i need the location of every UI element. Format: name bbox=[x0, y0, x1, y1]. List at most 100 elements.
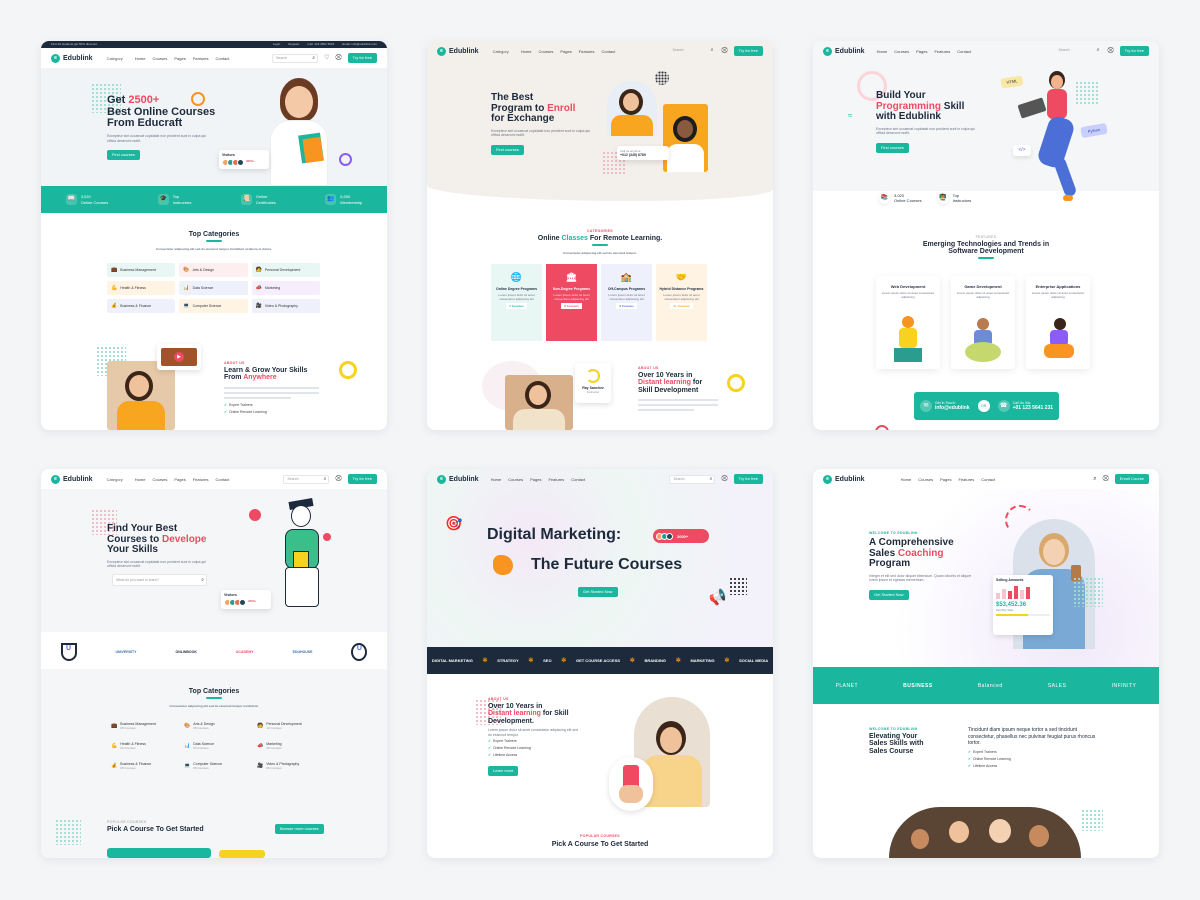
menu-pages[interactable]: Pages bbox=[530, 477, 541, 482]
menu-courses[interactable]: Courses bbox=[152, 56, 167, 61]
cart-icon[interactable]: ⛒ bbox=[721, 476, 727, 482]
preview-card-2[interactable]: e Edublink Category Home Courses Pages Fe… bbox=[427, 41, 773, 430]
category-item[interactable]: 💼 Business Management 08 Courses bbox=[107, 719, 174, 733]
menu-contact[interactable]: Contact bbox=[981, 477, 995, 482]
category-menu[interactable]: Category bbox=[107, 477, 123, 482]
search-input[interactable]: Search ⌕ bbox=[272, 53, 319, 63]
menu-features[interactable]: Features bbox=[934, 49, 950, 54]
email-block[interactable]: ✉ Get In Touch: info@edublink bbox=[919, 400, 970, 412]
search-input[interactable]: Search ⌕ bbox=[669, 47, 715, 56]
logo[interactable]: e Edublink bbox=[823, 46, 865, 56]
menu-contact[interactable]: Contact bbox=[602, 49, 616, 54]
category-item[interactable]: 📊 Data Science 04 Courses bbox=[180, 739, 247, 753]
category-item[interactable]: 💼 Business Management bbox=[107, 263, 176, 277]
menu-home[interactable]: Home bbox=[877, 49, 888, 54]
menu-home[interactable]: Home bbox=[521, 49, 532, 54]
menu-pages[interactable]: Pages bbox=[174, 477, 185, 482]
search-input[interactable]: Search ⌕ bbox=[1055, 47, 1101, 56]
category-item[interactable]: 💰 Business & Finance bbox=[107, 299, 176, 313]
preview-card-5[interactable]: e Edublink Home Courses Pages Features Co… bbox=[427, 469, 773, 858]
menu-features[interactable]: Features bbox=[193, 477, 209, 482]
category-menu[interactable]: Category bbox=[493, 49, 509, 54]
find-courses-button[interactable]: Find courses bbox=[491, 145, 524, 156]
category-item[interactable]: 💻 Computer Science 05 Courses bbox=[180, 759, 247, 773]
menu-features[interactable]: Features bbox=[958, 477, 974, 482]
category-item[interactable]: 📣 Marketing bbox=[251, 281, 320, 295]
program-card[interactable]: 🌐 Online Degree Programs Lorem ipsum dolor… bbox=[491, 264, 542, 341]
video-thumb[interactable]: ▶ bbox=[157, 344, 201, 370]
category-item[interactable]: 🎨 Arts & Design bbox=[179, 263, 248, 277]
search-icon[interactable]: ⌕ bbox=[1093, 476, 1096, 482]
learn-more-button[interactable]: Learn more bbox=[488, 765, 519, 776]
cart-icon[interactable]: ⛒ bbox=[335, 476, 341, 482]
search-input[interactable]: Search ⌕ bbox=[283, 474, 330, 484]
menu-contact[interactable]: Contact bbox=[957, 49, 971, 54]
menu-home[interactable]: Home bbox=[901, 477, 912, 482]
find-courses-button[interactable]: Find courses bbox=[107, 150, 140, 161]
category-item[interactable]: 🎥 Video & Photography bbox=[251, 299, 320, 313]
category-item[interactable]: 🧑 Personal Development bbox=[251, 263, 320, 277]
preview-card-4[interactable]: e Edublink Category Home Courses Pages Fe… bbox=[41, 469, 387, 858]
cart-icon[interactable]: ⛒ bbox=[1103, 476, 1109, 482]
category-item[interactable]: 💰 Business & Finance 08 Courses bbox=[107, 759, 174, 773]
logo[interactable]: e Edublink bbox=[51, 474, 93, 484]
search-input[interactable]: Search ⌕ bbox=[669, 474, 716, 484]
logo[interactable]: e Edublink bbox=[823, 474, 865, 484]
tech-card[interactable]: Game Development Lorem ipsum dolor sit am… bbox=[951, 276, 1015, 369]
play-icon[interactable]: ▶ bbox=[174, 352, 184, 362]
get-started-button[interactable]: Get Started Now bbox=[869, 590, 909, 601]
get-started-button[interactable]: Get Started Now bbox=[578, 587, 618, 597]
browse-courses-button[interactable]: Browse more courses bbox=[275, 824, 324, 834]
menu-features[interactable]: Features bbox=[548, 477, 564, 482]
program-card[interactable]: 🏫 Off-Campus Programs Lorem ipsum dolor si… bbox=[601, 264, 652, 341]
logo[interactable]: e Edublink bbox=[51, 53, 93, 63]
find-courses-button[interactable]: Find courses bbox=[876, 143, 909, 154]
category-item[interactable]: 💪 Health & Fitness bbox=[107, 281, 176, 295]
category-item[interactable]: 📊 Data Science bbox=[179, 281, 248, 295]
menu-pages[interactable]: Pages bbox=[560, 49, 571, 54]
category-item[interactable]: 📣 Marketing 08 Courses bbox=[253, 739, 320, 753]
preview-card-6[interactable]: e Edublink Home Courses Pages Features Co… bbox=[813, 469, 1159, 858]
user-icon[interactable]: ♡ bbox=[324, 55, 329, 61]
login-link[interactable]: Login bbox=[273, 41, 280, 48]
cart-icon[interactable]: ⛒ bbox=[721, 48, 727, 54]
category-menu[interactable]: Category bbox=[107, 56, 123, 61]
cart-icon[interactable]: ⛒ bbox=[335, 55, 341, 61]
menu-home[interactable]: Home bbox=[491, 477, 502, 482]
category-item[interactable]: 🧑 Personal Development 12 Courses bbox=[253, 719, 320, 733]
menu-contact[interactable]: Contact bbox=[216, 56, 230, 61]
menu-home[interactable]: Home bbox=[135, 477, 146, 482]
try-free-button[interactable]: Try for free bbox=[1119, 46, 1149, 56]
menu-pages[interactable]: Pages bbox=[940, 477, 951, 482]
category-item[interactable]: 💪 Health & Fitness 06 Courses bbox=[107, 739, 174, 753]
try-free-button[interactable]: Try for free bbox=[733, 46, 763, 56]
try-free-button[interactable]: Try for free bbox=[347, 474, 377, 484]
try-free-button[interactable]: Try for free bbox=[347, 53, 377, 63]
menu-courses[interactable]: Courses bbox=[918, 477, 933, 482]
menu-courses[interactable]: Courses bbox=[508, 477, 523, 482]
cart-icon[interactable]: ⛒ bbox=[1107, 48, 1113, 54]
menu-contact[interactable]: Contact bbox=[571, 477, 585, 482]
course-card-preview[interactable] bbox=[219, 850, 265, 858]
menu-courses[interactable]: Courses bbox=[894, 49, 909, 54]
tech-card[interactable]: Enterprise Applications Lorem ipsum dolor… bbox=[1026, 276, 1090, 369]
preview-card-1[interactable]: First 20 students get 50% discount. Logi… bbox=[41, 41, 387, 430]
course-search-input[interactable]: What do you want to learn? ⌕ bbox=[112, 574, 207, 587]
program-card[interactable]: 🤝 Hybrid Distance Programs Lorem ipsum dol… bbox=[656, 264, 707, 341]
menu-courses[interactable]: Courses bbox=[152, 477, 167, 482]
category-item[interactable]: 💻 Computer Science bbox=[179, 299, 248, 313]
menu-features[interactable]: Features bbox=[579, 49, 595, 54]
logo[interactable]: e Edublink bbox=[437, 474, 479, 484]
phone-block[interactable]: ☎ Call Us Via: +01 123 5641 231 bbox=[997, 400, 1053, 412]
program-card[interactable]: 🏛 Non-Degree Programs Lorem ipsum dolor si… bbox=[546, 264, 597, 341]
tech-card[interactable]: Web Development Lorem ipsum dolor sit ame… bbox=[876, 276, 940, 369]
menu-features[interactable]: Features bbox=[193, 56, 209, 61]
category-item[interactable]: 🎥 Video & Photography 06 Courses bbox=[253, 759, 320, 773]
menu-home[interactable]: Home bbox=[135, 56, 146, 61]
menu-pages[interactable]: Pages bbox=[174, 56, 185, 61]
preview-card-3[interactable]: e Edublink Home Courses Pages Features Co… bbox=[813, 41, 1159, 430]
course-card-preview[interactable] bbox=[107, 848, 211, 858]
menu-courses[interactable]: Courses bbox=[538, 49, 553, 54]
menu-pages[interactable]: Pages bbox=[916, 49, 927, 54]
logo[interactable]: e Edublink bbox=[437, 46, 479, 56]
